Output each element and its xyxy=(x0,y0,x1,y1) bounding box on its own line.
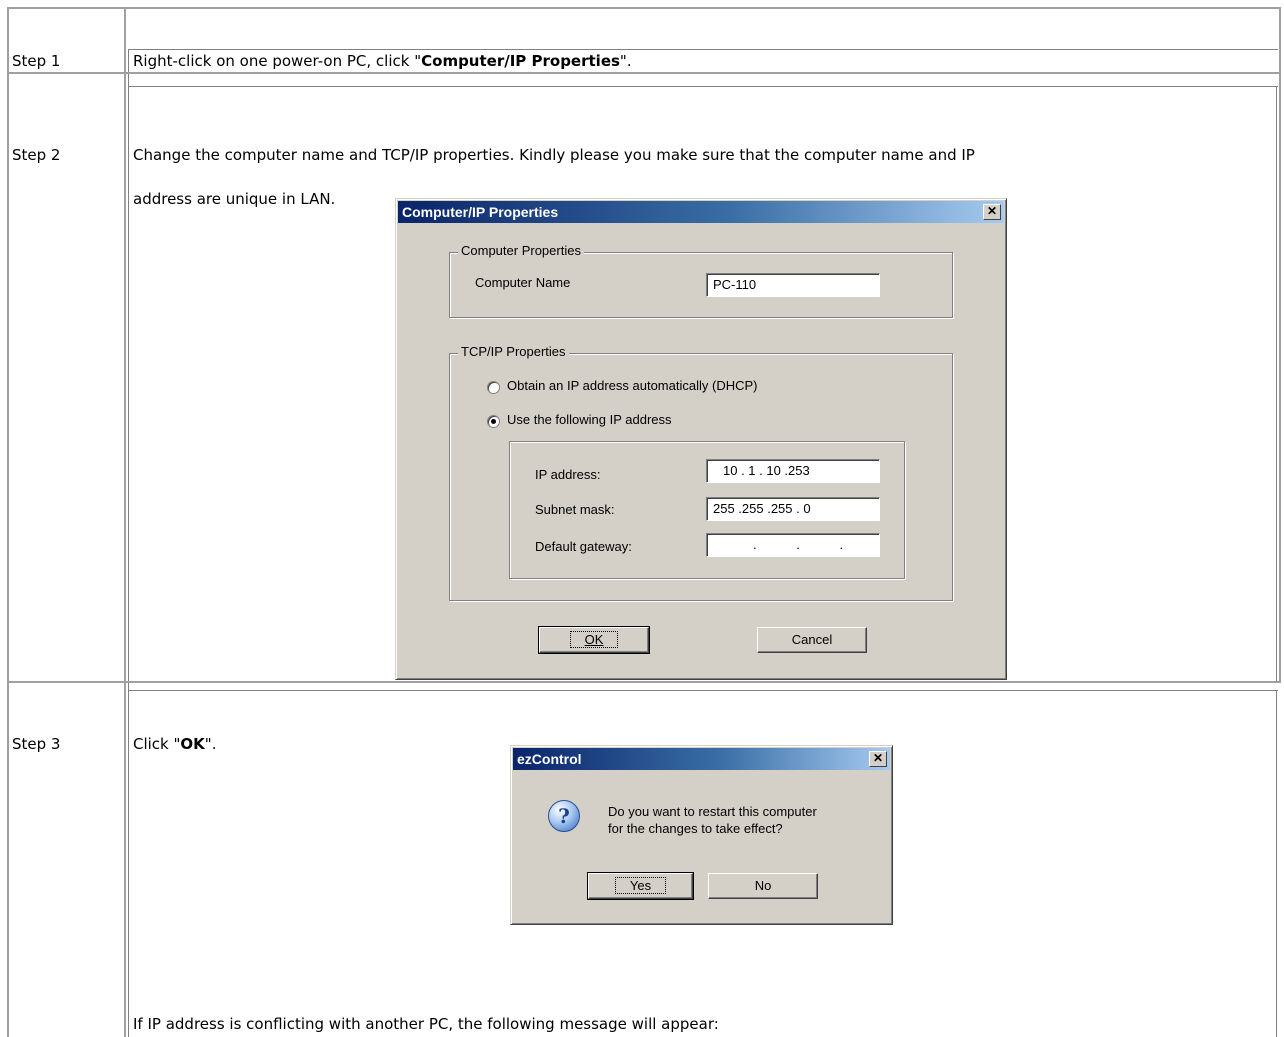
table-row-divider-1 xyxy=(7,72,1281,74)
ip-properties-dialog: Computer/IP Properties ✕ Computer Proper… xyxy=(395,198,1007,680)
step-1-text-after: ". xyxy=(619,52,632,70)
question-icon: ? xyxy=(548,800,580,832)
step-2-line-1: Change the computer name and TCP/IP prop… xyxy=(133,146,975,164)
step-1-text-bold: Computer/IP Properties xyxy=(421,52,620,70)
ok-button[interactable]: OK xyxy=(538,626,650,654)
table-border-right xyxy=(1279,7,1281,683)
step-2-label: Step 2 xyxy=(12,146,61,164)
radio-selected-dot xyxy=(491,419,496,424)
table-row-sub-2 xyxy=(128,86,1278,87)
step-3-footer: If IP address is conflicting with anothe… xyxy=(133,1015,719,1033)
table-row-divider-2 xyxy=(7,681,1281,683)
yes-button[interactable]: Yes xyxy=(587,872,694,900)
step-1-text-before: Right-click on one power-on PC, click " xyxy=(133,52,422,70)
table-border-left xyxy=(7,7,9,1037)
step-1-label: Step 1 xyxy=(12,52,61,70)
ip-dialog-titlebar: Computer/IP Properties ✕ xyxy=(398,201,1004,223)
step-3-text-before: Click " xyxy=(133,735,181,753)
ezcontrol-titlebar: ezControl ✕ xyxy=(513,748,890,770)
no-button[interactable]: No xyxy=(708,873,818,899)
yes-button-label: Yes xyxy=(614,877,667,894)
step-3-text-after: ". xyxy=(204,735,217,753)
table-row-sub-3 xyxy=(128,690,1278,691)
step-2-line-2: address are unique in LAN. xyxy=(133,190,336,208)
radio-static-ip[interactable] xyxy=(487,415,500,428)
computer-name-input[interactable]: PC-110 xyxy=(706,273,880,297)
table-col-divider-inner xyxy=(128,49,129,1037)
subnet-mask-input[interactable]: 255 .255 .255 . 0 xyxy=(706,497,880,521)
radio-static-ip-label[interactable]: Use the following IP address xyxy=(507,412,672,427)
table-inner-right-3 xyxy=(1276,690,1277,1037)
table-border-top xyxy=(7,7,1281,9)
ip-address-label: IP address: xyxy=(535,467,601,482)
confirm-message-line-1: Do you want to restart this computer xyxy=(608,804,817,819)
tcpip-properties-legend: TCP/IP Properties xyxy=(458,344,569,359)
table-inner-right xyxy=(1276,86,1277,682)
no-button-label: No xyxy=(754,878,772,893)
computer-properties-legend: Computer Properties xyxy=(458,243,584,258)
table-row-sub-1 xyxy=(128,49,1278,50)
subnet-mask-label: Subnet mask: xyxy=(535,502,615,517)
cancel-button[interactable]: Cancel xyxy=(757,627,867,653)
confirm-message-line-2: for the changes to take effect? xyxy=(608,821,783,836)
cancel-button-label: Cancel xyxy=(791,632,833,647)
ok-button-label: OK xyxy=(569,631,619,648)
ip-address-input[interactable]: 10 . 1 . 10 .253 xyxy=(706,459,880,483)
default-gateway-label: Default gateway: xyxy=(535,539,632,554)
computer-name-label: Computer Name xyxy=(475,275,571,290)
step-3-instruction: Click "OK". xyxy=(133,735,216,753)
radio-dhcp[interactable] xyxy=(487,381,500,394)
step-3-text-bold: OK xyxy=(180,735,205,753)
close-icon[interactable]: ✕ xyxy=(869,751,887,767)
ezcontrol-dialog: ezControl ✕ ? Do you want to restart thi… xyxy=(510,745,893,925)
step-1-instruction: Right-click on one power-on PC, click "C… xyxy=(133,52,632,70)
ezcontrol-title: ezControl xyxy=(517,751,582,767)
step-3-label: Step 3 xyxy=(12,735,61,753)
ip-dialog-title: Computer/IP Properties xyxy=(402,204,559,220)
default-gateway-input[interactable]: . . . xyxy=(706,533,880,557)
close-icon[interactable]: ✕ xyxy=(983,204,1001,220)
radio-dhcp-label[interactable]: Obtain an IP address automatically (DHCP… xyxy=(507,378,757,393)
table-col-divider xyxy=(124,7,126,1037)
